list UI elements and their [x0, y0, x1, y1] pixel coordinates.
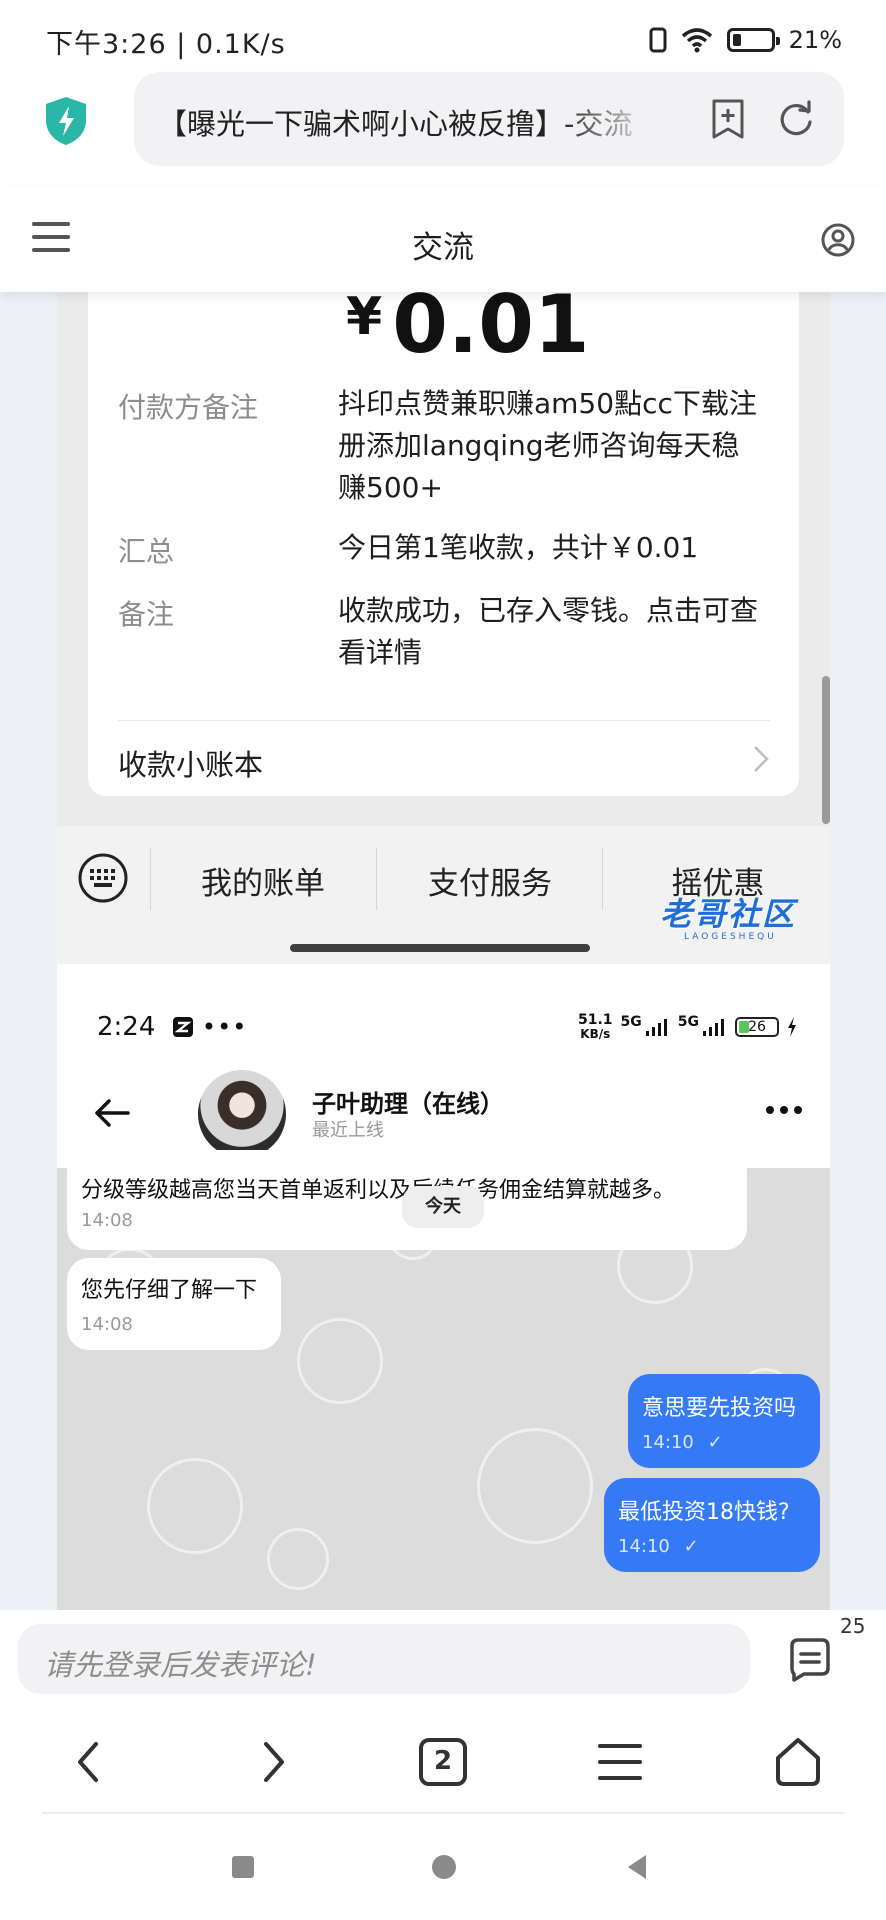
ledger-link: 收款小账本 [118, 748, 264, 782]
phone-status-icons: 51.1 KB/s 5G 5G 26 [578, 1010, 797, 1044]
phone-battery-icon: 26 [735, 1017, 780, 1037]
tab-my-bills: 我的账单 [201, 866, 325, 902]
tabs-button[interactable]: 2 [417, 1736, 469, 1788]
wifi-icon [681, 28, 712, 53]
address-text[interactable]: 【曝光一下骗术啊小心被反撸】-交流 [158, 101, 658, 143]
date-divider: 今天 [402, 1186, 484, 1228]
avatar [198, 1070, 286, 1158]
page-title: 交流 [412, 230, 474, 266]
keyboard-icon [78, 853, 128, 903]
scrollbar [822, 676, 830, 824]
home-icon[interactable] [772, 1736, 824, 1788]
message-bubble-out: 意思要先投资吗 14:10 ✓ [628, 1374, 820, 1468]
phone-vibrate-icon [649, 27, 667, 53]
sent-check-icon: ✓ [707, 1432, 723, 1453]
tab-pay-service: 支付服务 [428, 866, 552, 902]
net-speed-unit: KB/s [580, 1027, 611, 1041]
home-indicator [290, 944, 590, 952]
watermark-logo: 老哥社区 LAOGESHEQU [660, 896, 820, 948]
system-back-icon[interactable] [628, 1855, 646, 1879]
phone-time: 2:24 ••• [97, 1012, 248, 1042]
summary-value: 今日第1笔收款，共计￥0.01 [338, 531, 699, 564]
back-icon[interactable] [64, 1736, 116, 1788]
signal-icon [645, 1019, 667, 1036]
refresh-icon[interactable] [776, 98, 816, 140]
tab-separator [150, 848, 151, 910]
payer-note-label: 付款方备注 [118, 391, 259, 424]
more-options-icon [766, 1106, 802, 1114]
add-bookmark-icon[interactable] [708, 98, 748, 140]
battery-icon [726, 28, 780, 52]
shield-icon[interactable] [44, 96, 88, 146]
contact-status: 最近上线 [312, 1120, 384, 1141]
signal-icon-2 [703, 1019, 725, 1036]
sent-check-icon: ✓ [683, 1536, 699, 1557]
contact-name: 子叶助理（在线） [312, 1090, 504, 1118]
summary-label: 汇总 [118, 535, 175, 568]
back-arrow-icon [95, 1099, 130, 1127]
signal-5g-label-2: 5G [677, 1014, 700, 1030]
app-notification-icon [172, 1017, 193, 1037]
more-notifications-icon: ••• [201, 1013, 248, 1041]
net-speed-value: 51.1 [578, 1012, 613, 1028]
forward-icon[interactable] [246, 1736, 298, 1788]
home-button-icon[interactable] [432, 1855, 456, 1879]
watermark-title: 老哥社区 [660, 895, 797, 933]
recent-apps-icon[interactable] [232, 1856, 254, 1878]
charging-icon [788, 1017, 797, 1037]
menu-icon[interactable] [594, 1736, 646, 1788]
user-icon[interactable] [820, 222, 856, 258]
tab-separator [376, 848, 377, 910]
comment-icon[interactable] [786, 1636, 834, 1684]
message-bubble-in: 您先仔细了解一下 14:08 [67, 1258, 281, 1350]
watermark-subtitle: LAOGESHEQU [684, 932, 777, 942]
divider [118, 720, 770, 721]
status-icons: 21% [649, 22, 842, 58]
remark-label: 备注 [118, 598, 175, 631]
comment-count: 25 [840, 1614, 866, 1638]
signal-5g-label: 5G [620, 1014, 642, 1030]
remark-value: 收款成功，已存入零钱。点击可查看详情 [338, 594, 759, 669]
tab-count: 2 [433, 1746, 453, 1776]
battery-percent: 21% [788, 26, 842, 54]
message-bubble-out: 最低投资18快钱? 14:10 ✓ [604, 1478, 820, 1572]
payer-note-value: 抖印点赞兼职赚am50點cc下载注册添加langqing老师咨询每天稳赚500+ [338, 387, 757, 504]
status-time: 下午3:26 | 0.1K/s [46, 29, 286, 60]
tab-separator [602, 848, 603, 910]
chevron-right-icon [754, 746, 769, 772]
comment-placeholder[interactable]: 请先登录后发表评论! [44, 1642, 317, 1684]
